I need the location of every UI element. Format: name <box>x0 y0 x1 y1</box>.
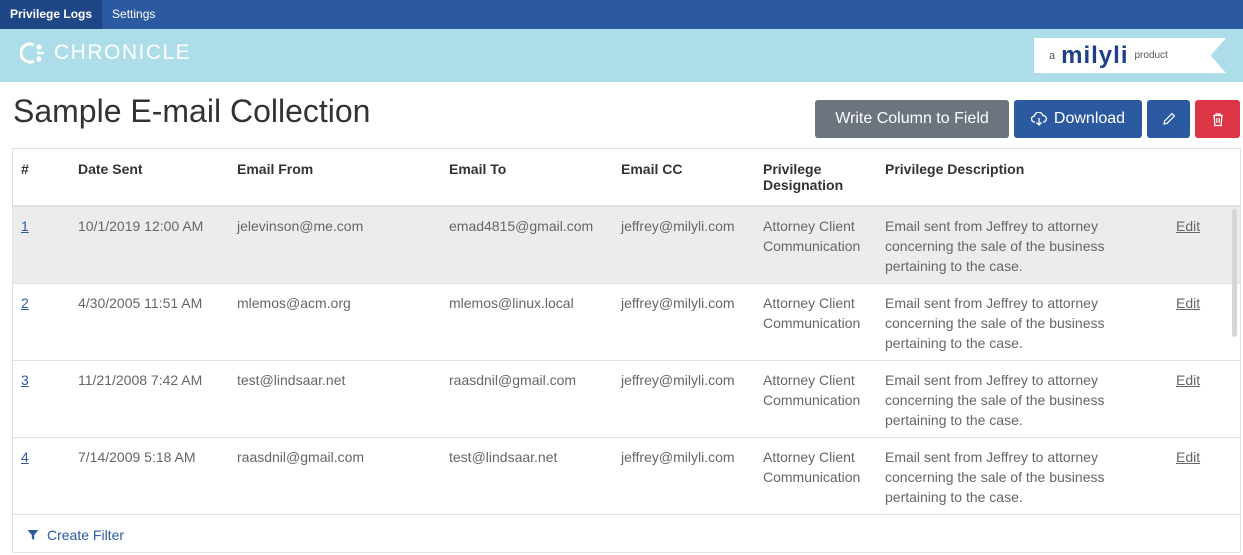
privilege-log-table: # Date Sent Email From Email To Email CC… <box>12 148 1241 553</box>
cell-privilege-designation: Attorney Client Communication <box>755 436 877 514</box>
row-number-link[interactable]: 2 <box>21 295 29 311</box>
row-number-link[interactable]: 1 <box>21 218 29 234</box>
table-header-row: # Date Sent Email From Email To Email CC… <box>13 149 1240 207</box>
cell-email-from: test@lindsaar.net <box>229 359 441 437</box>
table-row[interactable]: 3 11/21/2008 7:42 AM test@lindsaar.net r… <box>13 359 1240 437</box>
partner-suffix: product <box>1134 50 1168 61</box>
create-filter-button[interactable]: Create Filter <box>27 527 124 543</box>
table-row[interactable]: 2 4/30/2005 11:51 AM mlemos@acm.org mlem… <box>13 282 1240 360</box>
trash-icon <box>1212 112 1223 126</box>
column-header-number[interactable]: # <box>13 149 70 207</box>
chronicle-logo-icon <box>20 42 44 64</box>
cell-date-sent: 4/30/2005 11:51 AM <box>70 282 229 360</box>
partner-logo: milyli <box>1061 41 1129 69</box>
cell-privilege-description: Email sent from Jeffrey to attorney conc… <box>877 205 1168 283</box>
cell-date-sent: 10/1/2019 12:00 AM <box>70 205 229 283</box>
row-number-link[interactable]: 4 <box>21 449 29 465</box>
page-title: Sample E-mail Collection <box>13 93 371 129</box>
cloud-download-icon <box>1030 112 1047 126</box>
cell-email-from: raasdnil@gmail.com <box>229 436 441 514</box>
write-column-to-field-button[interactable]: Write Column to Field <box>815 100 1009 138</box>
cell-email-cc: jeffrey@milyli.com <box>613 282 755 360</box>
column-header-privilege-description[interactable]: Privilege Description <box>877 149 1168 207</box>
cell-privilege-description: Email sent from Jeffrey to attorney conc… <box>877 436 1168 514</box>
brand[interactable]: CHRONICLE <box>20 40 191 66</box>
column-header-privilege-designation[interactable]: Privilege Designation <box>755 149 877 207</box>
table-row[interactable]: 1 10/1/2019 12:00 AM jelevinson@me.com e… <box>13 205 1240 283</box>
tab-settings[interactable]: Settings <box>102 0 165 29</box>
cell-date-sent: 7/14/2009 5:18 AM <box>70 436 229 514</box>
filter-bar: Create Filter <box>13 514 1240 552</box>
table-row[interactable]: 4 7/14/2009 5:18 AM raasdnil@gmail.com t… <box>13 436 1240 514</box>
brand-name: CHRONICLE <box>54 41 192 64</box>
partner-prefix: a <box>1049 49 1056 62</box>
write-column-label: Write Column to Field <box>835 110 989 127</box>
column-header-date-sent[interactable]: Date Sent <box>70 149 229 207</box>
pencil-icon <box>1162 112 1175 125</box>
cell-email-from: mlemos@acm.org <box>229 282 441 360</box>
cell-email-cc: jeffrey@milyli.com <box>613 359 755 437</box>
column-header-actions <box>1168 149 1240 207</box>
cell-email-from: jelevinson@me.com <box>229 205 441 283</box>
cell-date-sent: 11/21/2008 7:42 AM <box>70 359 229 437</box>
create-filter-label: Create Filter <box>47 526 125 543</box>
cell-privilege-designation: Attorney Client Communication <box>755 359 877 437</box>
cell-email-to: raasdnil@gmail.com <box>441 359 613 437</box>
cell-privilege-description: Email sent from Jeffrey to attorney conc… <box>877 282 1168 360</box>
cell-email-to: emad4815@gmail.com <box>441 205 613 283</box>
table-scrollbar[interactable] <box>1232 209 1237 337</box>
edit-collection-button[interactable] <box>1147 100 1190 138</box>
cell-email-to: test@lindsaar.net <box>441 436 613 514</box>
column-header-email-cc[interactable]: Email CC <box>613 149 755 207</box>
cell-email-to: mlemos@linux.local <box>441 282 613 360</box>
row-edit-link[interactable]: Edit <box>1176 218 1200 234</box>
partner-badge: a milyli product <box>1034 38 1226 73</box>
cell-privilege-designation: Attorney Client Communication <box>755 205 877 283</box>
row-number-link[interactable]: 3 <box>21 372 29 388</box>
cell-email-cc: jeffrey@milyli.com <box>613 205 755 283</box>
cell-email-cc: jeffrey@milyli.com <box>613 436 755 514</box>
download-button[interactable]: Download <box>1014 100 1142 138</box>
row-edit-link[interactable]: Edit <box>1176 295 1200 311</box>
row-edit-link[interactable]: Edit <box>1176 372 1200 388</box>
cell-privilege-description: Email sent from Jeffrey to attorney conc… <box>877 359 1168 437</box>
column-header-email-to[interactable]: Email To <box>441 149 613 207</box>
column-header-email-from[interactable]: Email From <box>229 149 441 207</box>
row-edit-link[interactable]: Edit <box>1176 449 1200 465</box>
cell-privilege-designation: Attorney Client Communication <box>755 282 877 360</box>
top-nav: Privilege Logs Settings <box>0 0 1243 29</box>
download-label: Download <box>1053 110 1126 127</box>
funnel-icon <box>27 529 39 540</box>
tab-privilege-logs[interactable]: Privilege Logs <box>0 0 103 29</box>
delete-collection-button[interactable] <box>1195 100 1240 138</box>
